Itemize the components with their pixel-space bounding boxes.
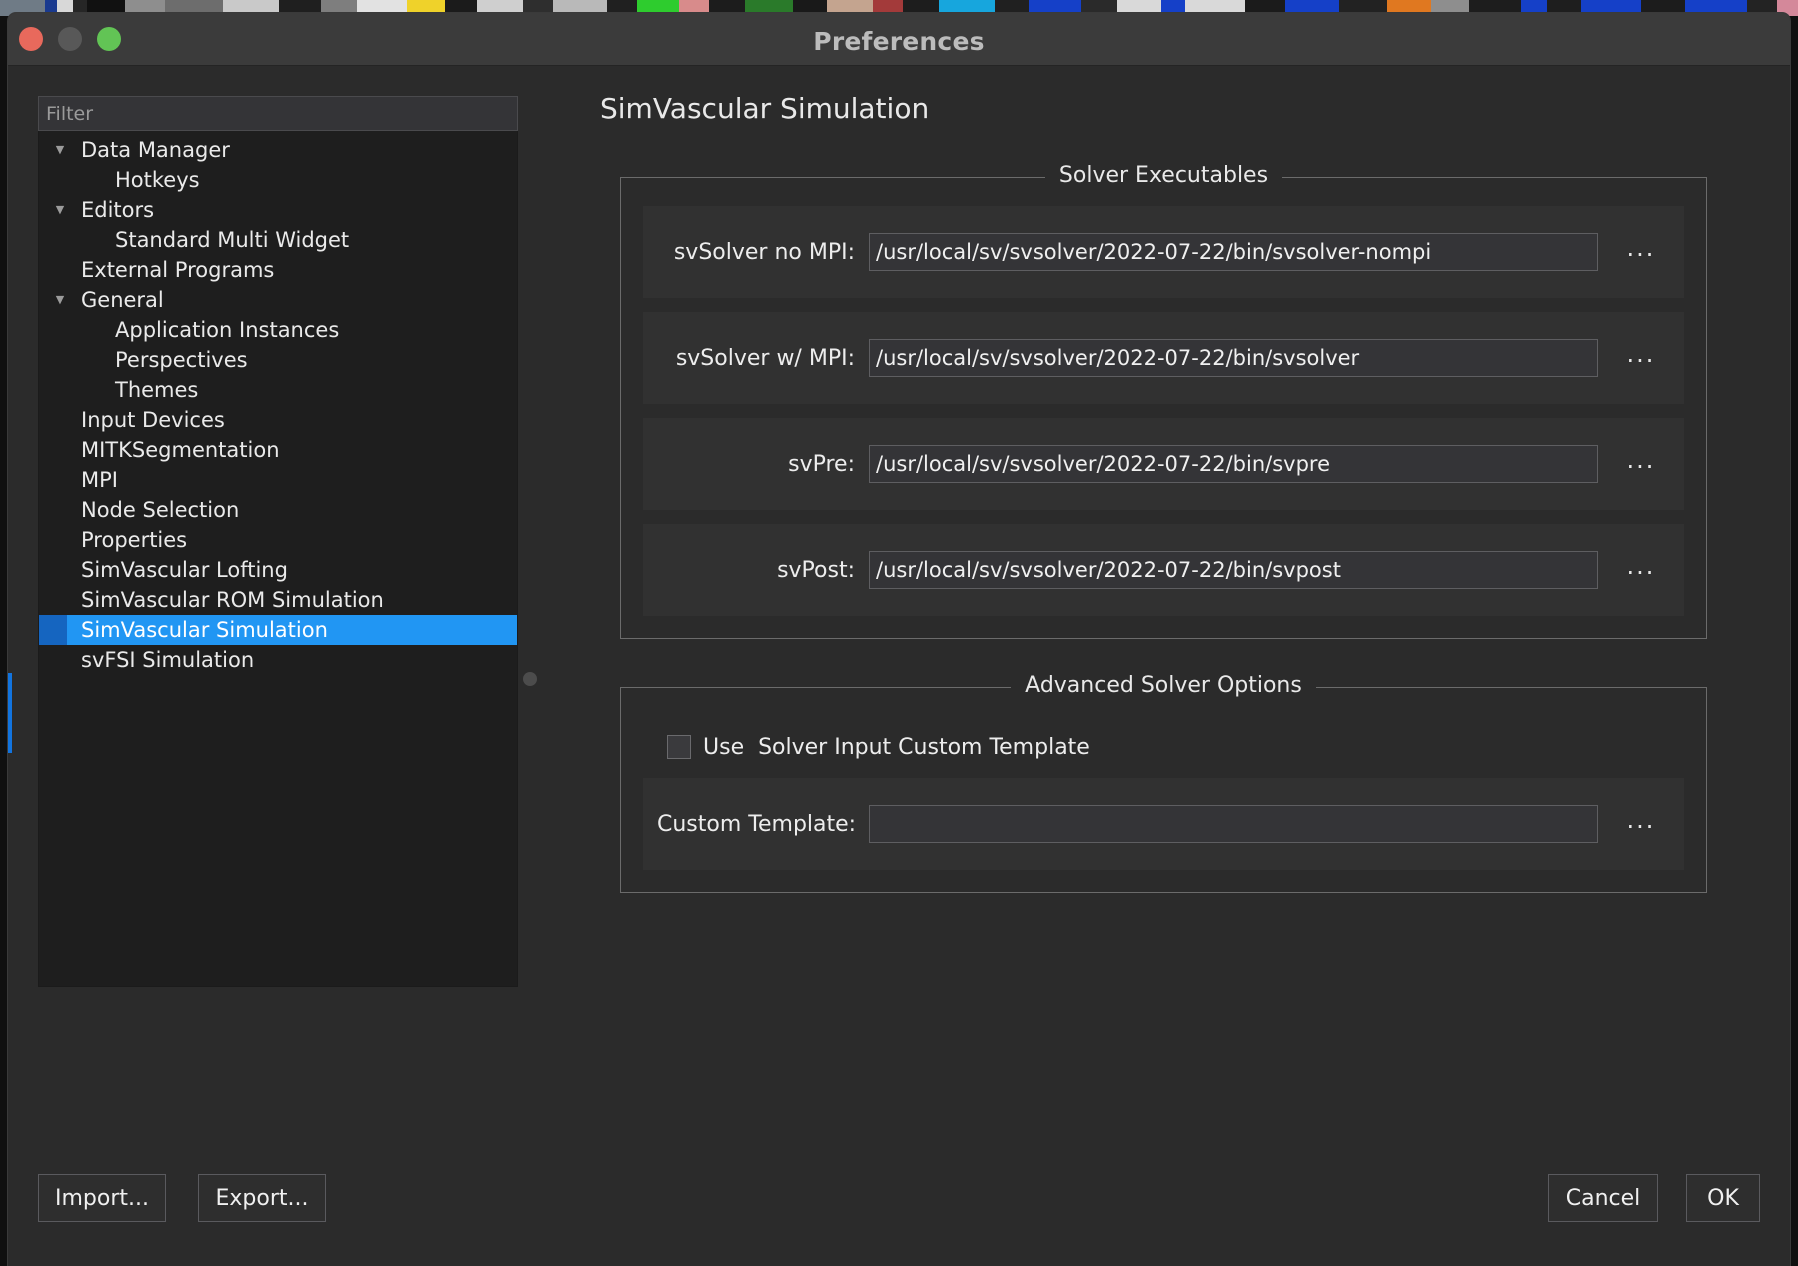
sidebar-item-label: Node Selection — [81, 498, 240, 522]
browse-button-svpre[interactable]: ... — [1598, 448, 1684, 480]
sidebar-item-external-programs[interactable]: External Programs — [39, 255, 517, 285]
export-button[interactable]: Export... — [198, 1174, 326, 1222]
splitter-handle[interactable] — [523, 672, 537, 686]
cancel-button[interactable]: Cancel — [1548, 1174, 1658, 1222]
browse-button-custom-template[interactable]: ... — [1598, 808, 1684, 840]
sidebar-item-label: Properties — [81, 528, 188, 552]
preferences-tree[interactable]: ▼ Data Manager Hotkeys ▼ Editors Standard Mul… — [38, 131, 518, 987]
sidebar-item-standard-multi-widget[interactable]: Standard Multi Widget — [39, 225, 517, 255]
sidebar-item-application-instances[interactable]: Application Instances — [39, 315, 517, 345]
field-label-svsolver-no-mpi: svSolver no MPI: — [673, 239, 855, 265]
sidebar-item-label: SimVascular Lofting — [81, 558, 288, 582]
preferences-main-panel: SimVascular Simulation Solver Executable… — [540, 92, 1762, 893]
sidebar-item-label: Perspectives — [115, 348, 248, 372]
sidebar-item-label: svFSI Simulation — [81, 648, 255, 672]
chevron-down-icon[interactable]: ▼ — [39, 285, 81, 315]
sidebar-item-properties[interactable]: Properties — [39, 525, 517, 555]
groupbox-title-text: Solver Executables — [1044, 163, 1283, 188]
sidebar-item-input-devices[interactable]: Input Devices — [39, 405, 517, 435]
dialog-body: ▼Data Manager Hotkeys ▼Editors Standard Mul… — [8, 66, 1790, 1266]
import-button[interactable]: Import... — [38, 1174, 166, 1222]
sidebar-item-simvascular-simulation[interactable]: SimVascular Simulation — [39, 615, 517, 645]
sidebar-item-label: Input Devices — [81, 408, 225, 432]
field-row-custom-template: Custom Template:... — [643, 778, 1684, 870]
sidebar-item-label: SimVascular Simulation — [81, 618, 328, 642]
sidebar-item-label: Application Instances — [115, 318, 340, 342]
settings-groups: Solver ExecutablessvSolver no MPI:...svS… — [540, 163, 1762, 893]
sidebar-item-simvascular-rom-simulation[interactable]: SimVascular ROM Simulation — [39, 585, 517, 615]
sidebar-item-editors[interactable]: ▼ Editors — [39, 195, 517, 225]
browse-button-svsolver-no-mpi[interactable]: ... — [1598, 236, 1684, 268]
page-title: SimVascular Simulation — [600, 92, 930, 125]
field-input-svpost[interactable] — [869, 551, 1598, 589]
sidebar-item-label: Themes — [115, 378, 199, 402]
dialog-footer: Import... Export... Cancel OK — [8, 1156, 1790, 1266]
sidebar-item-general[interactable]: ▼ General — [39, 285, 517, 315]
use-custom-template-checkbox-row[interactable]: Use Solver Input Custom Template — [643, 716, 1684, 778]
field-row-svsolver-w-mpi: svSolver w/ MPI:... — [643, 312, 1684, 404]
sidebar-item-node-selection[interactable]: Node Selection — [39, 495, 517, 525]
sidebar-item-label: MPI — [81, 468, 118, 492]
sidebar-item-themes[interactable]: Themes — [39, 375, 517, 405]
sidebar-item-label: Hotkeys — [115, 168, 200, 192]
field-row-svsolver-no-mpi: svSolver no MPI:... — [643, 206, 1684, 298]
sidebar-item-mitksegmentation[interactable]: MITKSegmentation — [39, 435, 517, 465]
field-label-svpre: svPre: — [788, 451, 855, 477]
groupbox-title: Solver Executables — [621, 163, 1706, 188]
chevron-down-icon[interactable]: ▼ — [39, 135, 81, 165]
sidebar-item-mpi[interactable]: MPI — [39, 465, 517, 495]
field-label-svpost: svPost: — [777, 557, 855, 583]
window-left-accent — [8, 673, 12, 753]
sidebar-item-perspectives[interactable]: Perspectives — [39, 345, 517, 375]
field-input-svsolver-no-mpi[interactable] — [869, 233, 1598, 271]
browse-button-svpost[interactable]: ... — [1598, 554, 1684, 586]
groupbox-solver-executables: Solver ExecutablessvSolver no MPI:...svS… — [620, 163, 1707, 639]
field-input-custom-template[interactable] — [869, 805, 1598, 843]
field-input-svsolver-w-mpi[interactable] — [869, 339, 1598, 377]
groupbox-title-text: Advanced Solver Options — [1011, 673, 1316, 698]
sidebar-item-svfsi-simulation[interactable]: svFSI Simulation — [39, 645, 517, 675]
sidebar-item-hotkeys[interactable]: Hotkeys — [39, 165, 517, 195]
window-titlebar: Preferences — [8, 13, 1790, 66]
groupbox-advanced-solver-options: Advanced Solver Options Use Solver Input … — [620, 673, 1707, 893]
sidebar-splitter[interactable] — [520, 96, 540, 986]
use-custom-template-checkbox[interactable] — [667, 735, 691, 759]
field-row-svpre: svPre:... — [643, 418, 1684, 510]
groupbox-title: Advanced Solver Options — [621, 673, 1706, 698]
field-row-svpost: svPost:... — [643, 524, 1684, 616]
field-label-custom-template: Custom Template: — [657, 811, 857, 837]
sidebar-item-simvascular-lofting[interactable]: SimVascular Lofting — [39, 555, 517, 585]
sidebar-item-label: MITKSegmentation — [81, 438, 280, 462]
window-title: Preferences — [813, 27, 985, 56]
sidebar-item-label: SimVascular ROM Simulation — [81, 588, 384, 612]
field-input-svpre[interactable] — [869, 445, 1598, 483]
field-label-svsolver-w-mpi: svSolver w/ MPI: — [675, 345, 855, 371]
ok-button[interactable]: OK — [1686, 1174, 1760, 1222]
preferences-window: Preferences ▼Data Manager Hotkeys ▼Editors… — [7, 12, 1791, 1266]
sidebar-item-data-manager[interactable]: ▼ Data Manager — [39, 135, 517, 165]
use-custom-template-label: Use Solver Input Custom Template — [703, 734, 1090, 760]
sidebar-item-label: External Programs — [81, 258, 275, 282]
preferences-sidebar: ▼Data Manager Hotkeys ▼Editors Standard Mul… — [38, 96, 518, 987]
chevron-down-icon[interactable]: ▼ — [39, 195, 81, 225]
sidebar-item-label: Standard Multi Widget — [115, 228, 350, 252]
browse-button-svsolver-w-mpi[interactable]: ... — [1598, 342, 1684, 374]
filter-input[interactable] — [38, 96, 518, 131]
